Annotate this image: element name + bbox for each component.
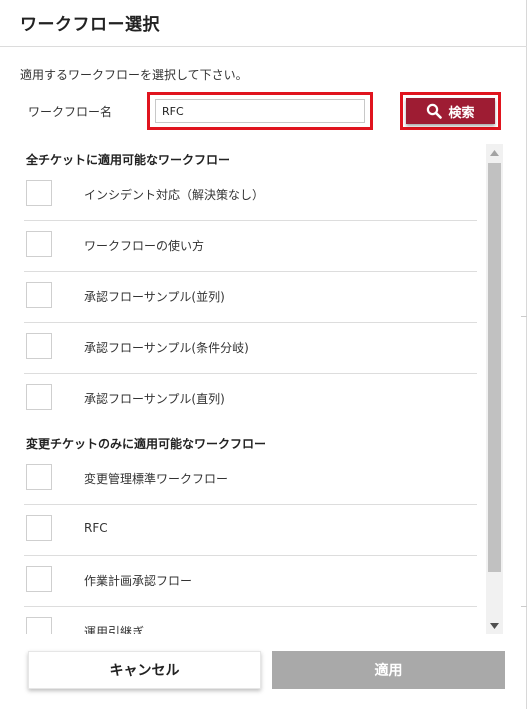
- workflow-name-input[interactable]: [155, 99, 365, 123]
- workflow-name-highlight: [147, 92, 373, 130]
- cancel-button[interactable]: キャンセル: [28, 651, 261, 689]
- workflow-row-label: 作業計画承認フロー: [84, 574, 193, 588]
- workflow-select-dialog: ワークフロー選択 適用するワークフローを選択して下さい。 ワークフロー名 検索 …: [0, 0, 527, 709]
- section-header-all-tickets: 全チケットに適用可能なワークフロー: [26, 153, 231, 167]
- workflow-row-label: 承認フローサンプル(並列): [84, 290, 225, 304]
- workflow-row[interactable]: RFC: [24, 505, 477, 556]
- apply-button[interactable]: 適用: [272, 651, 505, 689]
- workflow-row[interactable]: 作業計画承認フロー: [24, 556, 477, 607]
- workflow-checkbox[interactable]: [26, 282, 52, 308]
- section-header-change-tickets: 変更チケットのみに適用可能なワークフロー: [26, 437, 267, 451]
- search-button[interactable]: 検索: [406, 98, 495, 124]
- workflow-checkbox[interactable]: [26, 515, 52, 541]
- arrow-down-icon[interactable]: [486, 617, 503, 634]
- search-button-label: 検索: [448, 104, 475, 120]
- workflow-row-label: 承認フローサンプル(直列): [84, 392, 225, 406]
- workflow-row-label: ワークフローの使い方: [84, 239, 205, 253]
- workflow-checkbox[interactable]: [26, 231, 52, 257]
- search-button-highlight: 検索: [400, 92, 501, 130]
- workflow-row[interactable]: 変更管理標準ワークフロー: [24, 454, 477, 505]
- workflow-row-label: インシデント対応（解決策なし）: [84, 188, 265, 202]
- instruction-text: 適用するワークフローを選択して下さい。: [20, 68, 248, 82]
- scrollbar-thumb[interactable]: [488, 163, 501, 572]
- workflow-checkbox[interactable]: [26, 384, 52, 410]
- edge-divider: [521, 316, 527, 317]
- workflow-row[interactable]: インシデント対応（解決策なし）: [24, 170, 477, 221]
- workflow-row-label: 承認フローサンプル(条件分岐): [84, 341, 249, 355]
- workflow-row[interactable]: 運用引継ぎ: [24, 607, 477, 634]
- workflow-name-label: ワークフロー名: [28, 105, 113, 119]
- workflow-row[interactable]: ワークフローの使い方: [24, 221, 477, 272]
- workflow-checkbox[interactable]: [26, 617, 52, 634]
- dialog-title: ワークフロー選択: [20, 15, 160, 35]
- edge-divider: [521, 606, 527, 607]
- workflow-row[interactable]: 承認フローサンプル(並列): [24, 272, 477, 323]
- workflow-row[interactable]: 承認フローサンプル(条件分岐): [24, 323, 477, 374]
- workflow-row[interactable]: 承認フローサンプル(直列): [24, 374, 477, 425]
- arrow-up-icon[interactable]: [486, 144, 503, 161]
- workflow-checkbox[interactable]: [26, 333, 52, 359]
- workflow-checkbox[interactable]: [26, 566, 52, 592]
- workflow-checkbox[interactable]: [26, 464, 52, 490]
- search-icon: [426, 103, 443, 119]
- workflow-checkbox[interactable]: [26, 180, 52, 206]
- workflow-row-label: 運用引継ぎ: [84, 625, 145, 634]
- dialog-titlebar: ワークフロー選択: [0, 0, 527, 47]
- workflow-row-label: 変更管理標準ワークフロー: [84, 472, 229, 486]
- list-scrollbar[interactable]: [486, 144, 503, 634]
- workflow-row-label: RFC: [84, 521, 108, 535]
- workflow-list[interactable]: 全チケットに適用可能なワークフロー インシデント対応（解決策なし） ワークフロー…: [18, 144, 505, 634]
